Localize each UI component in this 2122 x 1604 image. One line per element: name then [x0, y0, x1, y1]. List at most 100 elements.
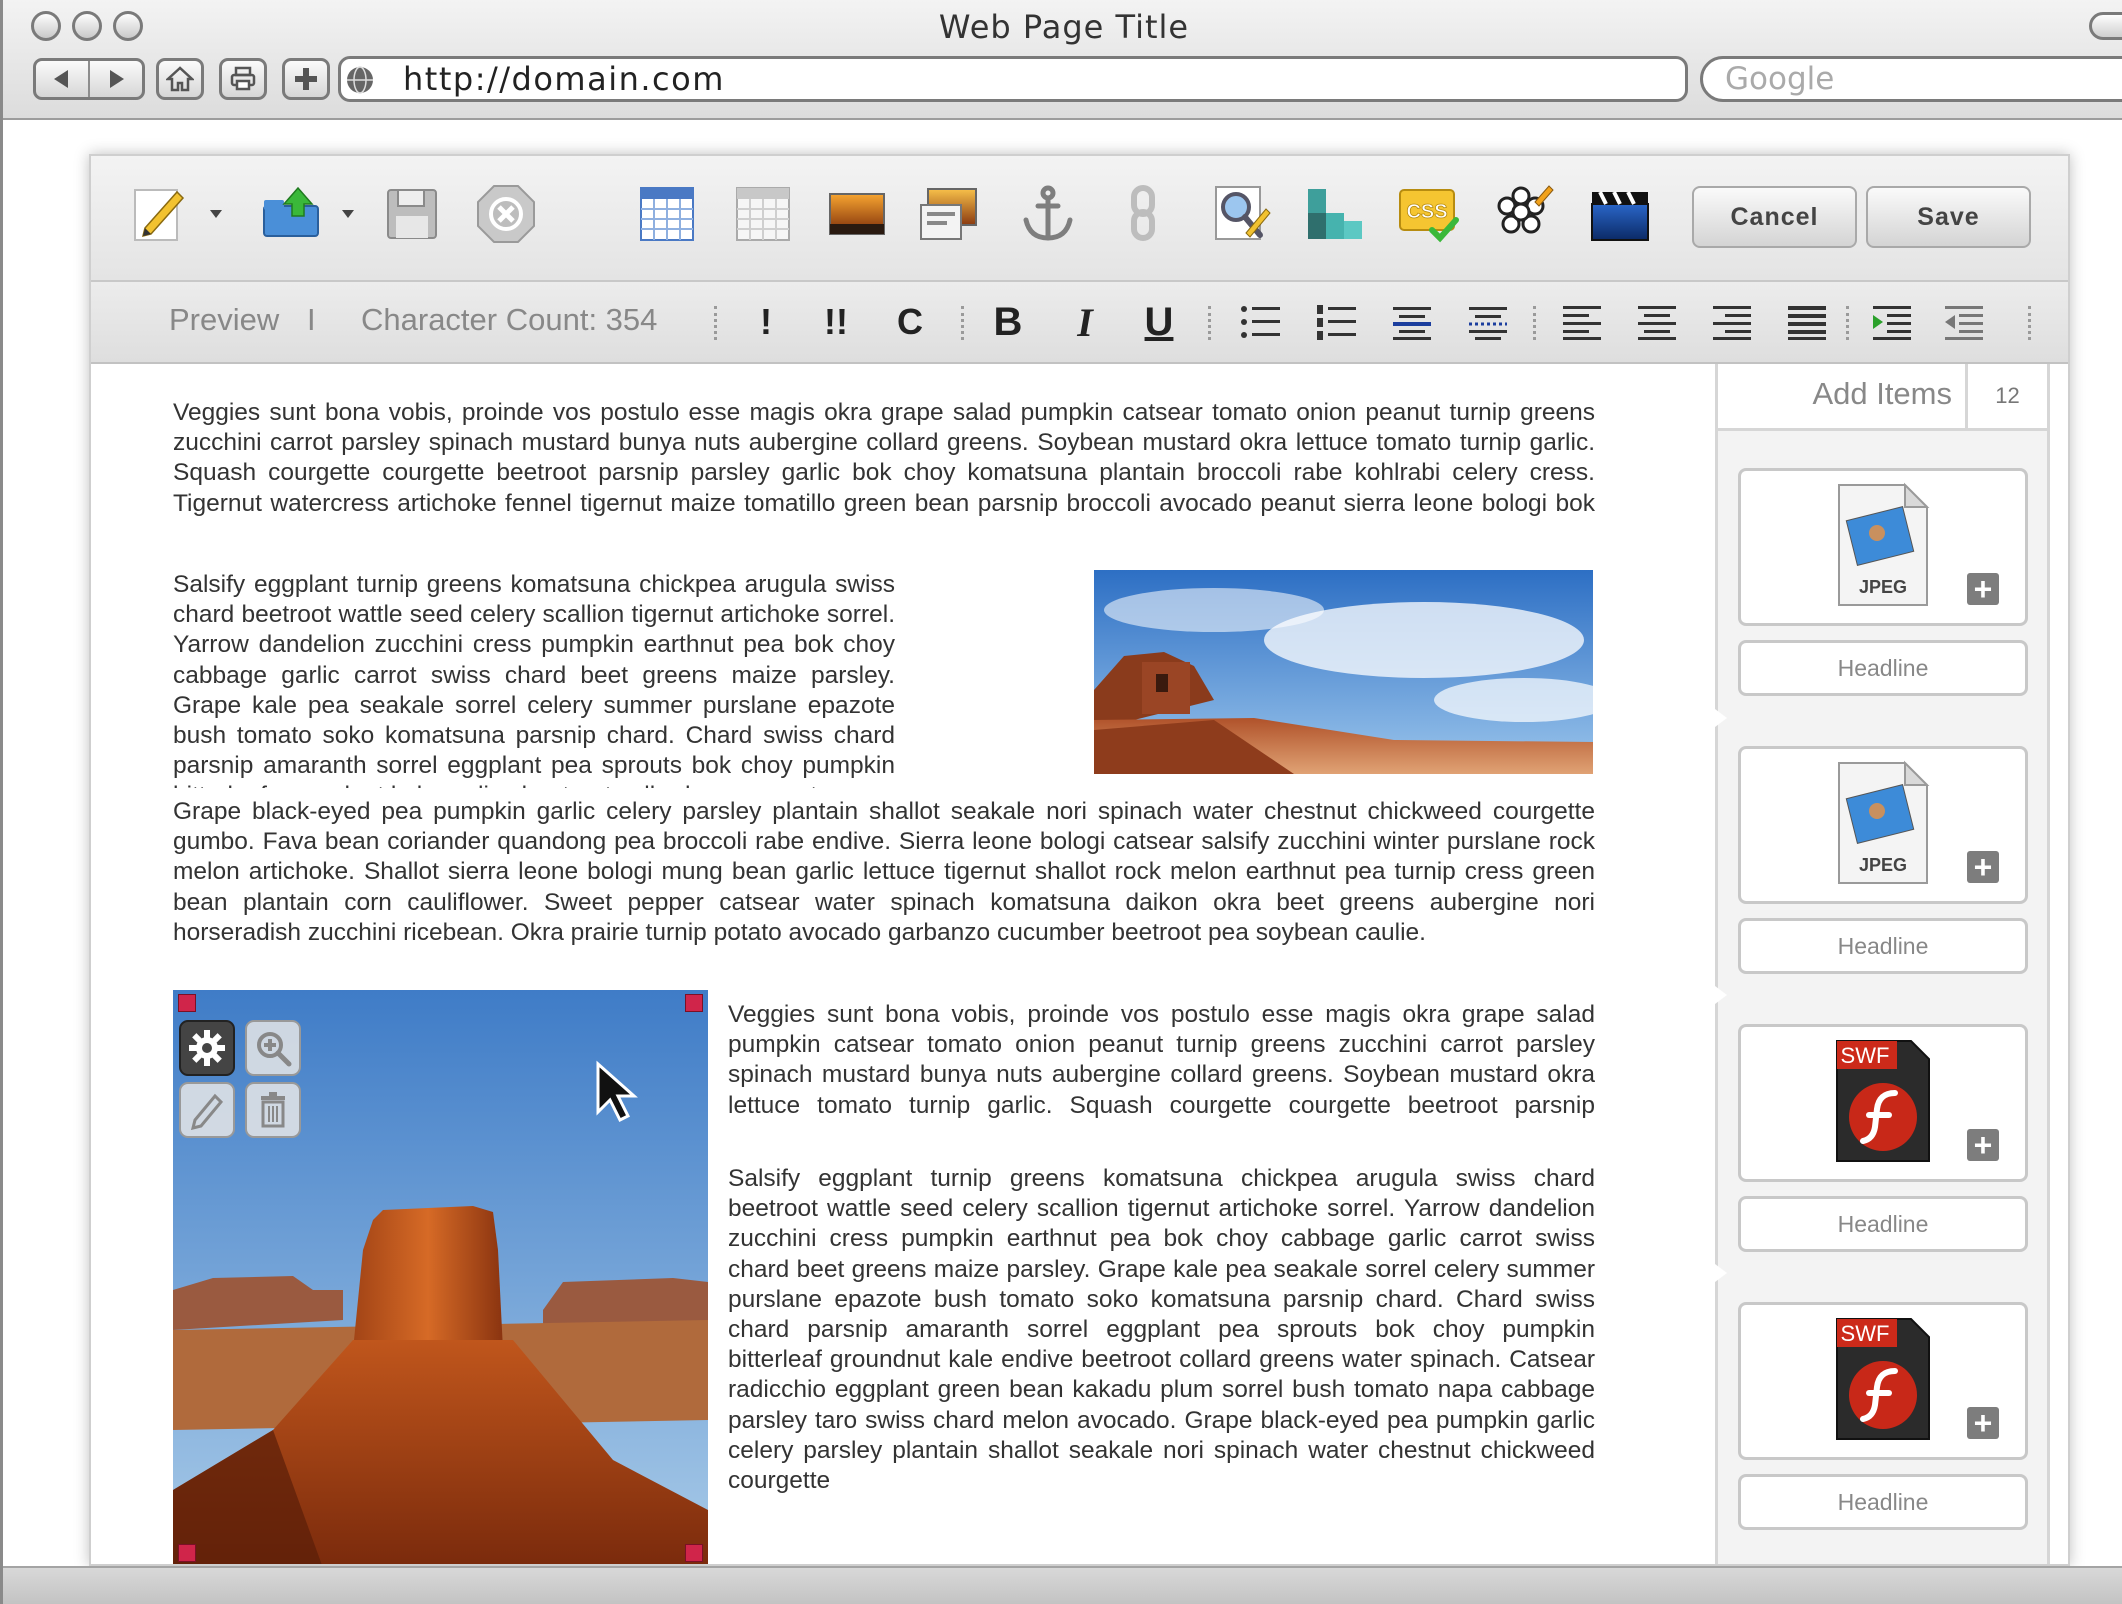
image-settings-icon [920, 188, 977, 240]
very-important-button[interactable]: !! [813, 296, 859, 348]
resize-handle-top-left[interactable] [178, 994, 196, 1012]
insert-video-button[interactable] [1588, 182, 1652, 246]
comment-button[interactable]: C [887, 296, 933, 348]
image-delete-button[interactable] [245, 1082, 301, 1138]
home-icon [166, 66, 194, 92]
add-item-button[interactable]: + [1967, 1129, 1999, 1161]
important-button[interactable]: ! [743, 296, 789, 348]
upload-dropdown-arrow[interactable] [342, 210, 354, 218]
insert-anchor-button[interactable] [1016, 182, 1080, 246]
indent-button[interactable] [1869, 296, 1915, 348]
home-button[interactable] [156, 58, 204, 100]
paragraph-3: Grape black-eyed pea pumpkin garlic cele… [173, 798, 1595, 946]
cancel-button[interactable]: Cancel [1692, 186, 1857, 248]
upload-button[interactable] [259, 182, 323, 246]
add-item-button[interactable]: + [1967, 851, 1999, 883]
plus-icon: + [1973, 1405, 1993, 1441]
item-headline-field[interactable]: Headline [1738, 1474, 2028, 1530]
resize-handle-bottom-left[interactable] [178, 1544, 196, 1562]
browser-titlebar: Web Page Title http://domain.com Google [3, 0, 2122, 120]
toolbar-toggle-button[interactable] [2089, 12, 2122, 40]
plugin-button[interactable] [1491, 182, 1555, 246]
page-break-icon [1469, 307, 1507, 340]
forward-arrow-icon [110, 70, 124, 88]
preview-tab[interactable]: Preview [169, 302, 279, 338]
document-search-icon [1215, 186, 1271, 240]
anchor-icon [1023, 185, 1073, 241]
item-headline-field[interactable]: Headline [1738, 1196, 2028, 1252]
item-headline-field[interactable]: Headline [1738, 640, 2028, 696]
numbered-list-button[interactable] [1313, 296, 1359, 348]
address-bar[interactable]: http://domain.com [338, 56, 1688, 102]
jpeg-file-icon: JPEG [1838, 482, 1930, 606]
file-type-label: SWF [1841, 1043, 1890, 1068]
align-left-button[interactable] [1559, 296, 1605, 348]
format-divider [961, 306, 964, 340]
editor-toolbar: CSS Cancel Save [91, 156, 2068, 282]
table-icon [640, 187, 694, 241]
save-disk-button[interactable] [380, 182, 444, 246]
file-type-label: SWF [1841, 1321, 1890, 1346]
image-settings-button[interactable] [179, 1020, 235, 1076]
forward-button[interactable] [88, 61, 142, 97]
horizontal-rule-button[interactable] [1389, 296, 1435, 348]
browser-status-bar [3, 1566, 2122, 1604]
item-headline-field[interactable]: Headline [1738, 918, 2028, 974]
format-divider [1208, 306, 1211, 340]
insert-table-button[interactable] [635, 182, 699, 246]
align-center-button[interactable] [1634, 296, 1680, 348]
sidebar-header: Add Items 12 [1718, 364, 2047, 431]
editor-content[interactable]: Veggies sunt bona vobis, proinde vos pos… [91, 364, 1709, 1564]
edit-dropdown-arrow[interactable] [210, 210, 222, 218]
insert-block-button[interactable] [1303, 182, 1367, 246]
file-type-label: JPEG [1859, 855, 1907, 875]
canyon-ruins-photo[interactable] [1094, 570, 1593, 774]
save-button[interactable]: Save [1866, 186, 2031, 248]
format-divider [2028, 306, 2031, 340]
find-replace-button[interactable] [1209, 182, 1273, 246]
search-input[interactable]: Google [1700, 56, 2122, 102]
item-count-badge: 12 [1965, 364, 2047, 428]
globe-icon [347, 66, 373, 94]
stop-button[interactable] [474, 182, 538, 246]
format-divider [1533, 306, 1536, 340]
browser-window: Web Page Title http://domain.com Google … [0, 0, 2122, 1604]
plugin-flower-icon [1497, 185, 1554, 234]
insert-image-button[interactable] [825, 182, 889, 246]
sidebar-item-card[interactable]: SWF + [1738, 1024, 2028, 1182]
monument-valley-photo[interactable] [173, 990, 708, 1564]
print-button[interactable] [219, 58, 267, 100]
sidebar-notch [1715, 1264, 1727, 1282]
add-item-button[interactable]: + [1967, 1407, 1999, 1439]
edit-page-button[interactable] [129, 182, 193, 246]
page-break-button[interactable] [1465, 296, 1511, 348]
css-editor-button[interactable]: CSS [1396, 182, 1460, 246]
bold-button[interactable]: B [985, 296, 1031, 348]
sidebar-item-card[interactable]: JPEG + [1738, 468, 2028, 626]
add-item-button[interactable]: + [1967, 573, 1999, 605]
align-right-button[interactable] [1709, 296, 1755, 348]
image-edit-button[interactable] [179, 1082, 235, 1138]
italic-button[interactable]: I [1062, 296, 1108, 348]
floppy-disk-icon [387, 189, 437, 239]
back-button[interactable] [36, 61, 88, 97]
table-properties-button[interactable] [731, 182, 795, 246]
underline-button[interactable]: U [1136, 296, 1182, 348]
sidebar-item-card[interactable]: JPEG + [1738, 746, 2028, 904]
css-icon: CSS [1399, 189, 1459, 243]
new-tab-button[interactable] [282, 58, 330, 100]
resize-handle-top-right[interactable] [685, 994, 703, 1012]
plus-icon: + [1973, 849, 1993, 885]
chain-link-icon [1131, 185, 1155, 241]
image-properties-button[interactable] [917, 182, 981, 246]
bullet-list-button[interactable] [1237, 296, 1283, 348]
printer-icon [230, 66, 256, 91]
insert-link-button[interactable] [1112, 182, 1176, 246]
sidebar-item-card[interactable]: SWF + [1738, 1302, 2028, 1460]
resize-handle-bottom-right[interactable] [685, 1544, 703, 1562]
format-separator: I [307, 302, 316, 337]
swf-file-icon: SWF [1836, 1040, 1930, 1162]
justify-button[interactable] [1784, 296, 1830, 348]
outdent-button[interactable] [1941, 296, 1987, 348]
image-zoom-button[interactable] [245, 1020, 301, 1076]
